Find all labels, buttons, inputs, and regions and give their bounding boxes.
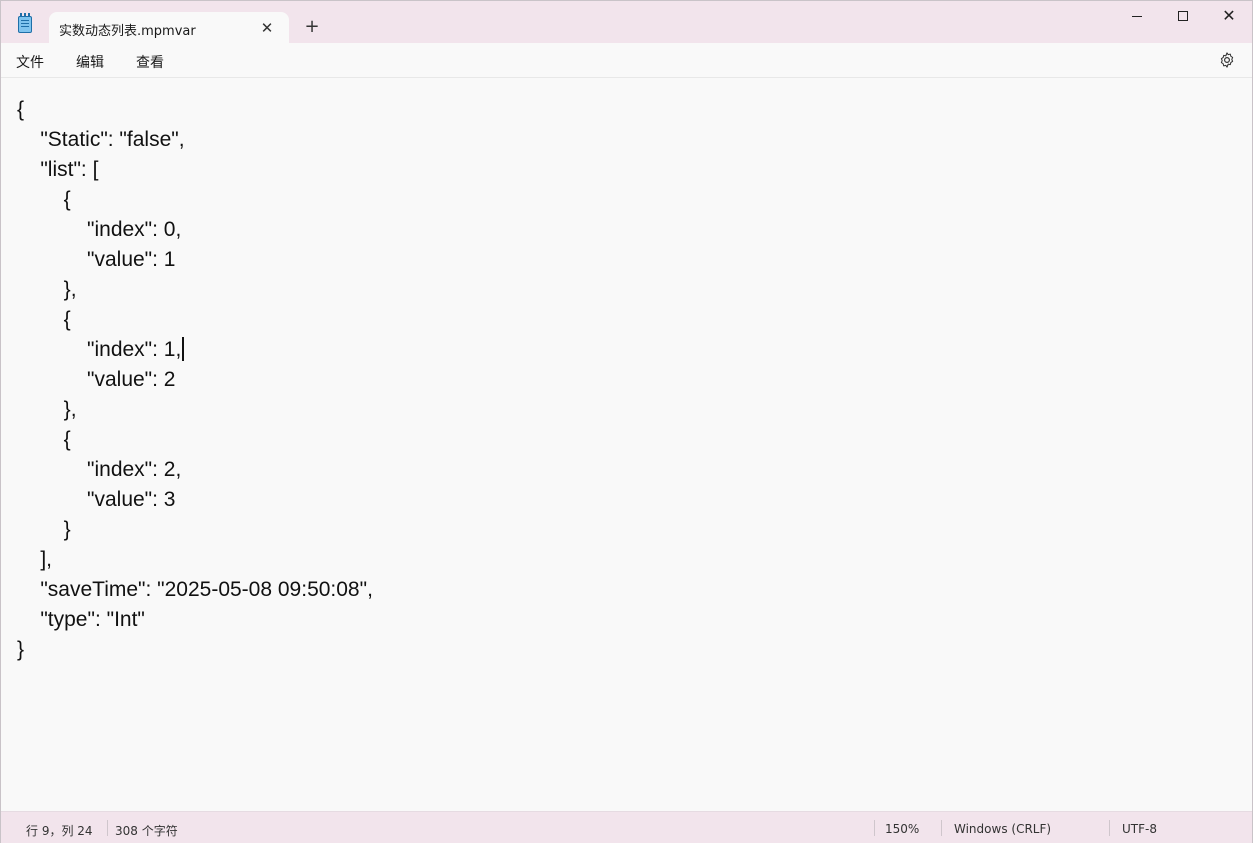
code-line-text: { [17, 308, 71, 331]
tab-title: 实数动态列表.mpmvar [59, 24, 196, 39]
code-line: "index": 2, [17, 455, 373, 485]
code-line: "value": 1 [17, 245, 373, 275]
minimize-button[interactable] [1114, 1, 1160, 33]
text-caret [182, 337, 185, 361]
code-line: "index": 0, [17, 215, 373, 245]
status-bar: 行 9，列 24 308 个字符 150% Windows (CRLF) UTF… [1, 811, 1252, 843]
tab-document[interactable]: 实数动态列表.mpmvar ✕ [49, 12, 289, 43]
code-line: "index": 1, [17, 335, 373, 365]
code-line-text: "type": "Int" [17, 608, 145, 631]
code-line-text: }, [17, 398, 77, 421]
code-line: }, [17, 275, 373, 305]
status-divider [874, 820, 875, 836]
code-line: { [17, 185, 373, 215]
menu-file[interactable]: 文件 [16, 52, 44, 72]
notepad-window: 实数动态列表.mpmvar ✕ + ✕ 文件 编辑 查看 { "Static":… [0, 0, 1253, 843]
code-line-text: { [17, 188, 71, 211]
code-line: "list": [ [17, 155, 373, 185]
encoding[interactable]: UTF-8 [1122, 822, 1157, 836]
status-divider [107, 820, 108, 836]
code-line: "value": 3 [17, 485, 373, 515]
code-line-text: "value": 1 [17, 248, 176, 271]
code-line: { [17, 95, 373, 125]
gear-icon[interactable] [1218, 51, 1236, 69]
char-count: 308 个字符 [115, 824, 178, 838]
code-line: } [17, 635, 373, 665]
menu-view[interactable]: 查看 [136, 52, 164, 72]
new-tab-button[interactable]: + [301, 17, 323, 39]
status-divider [1109, 820, 1110, 836]
code-line: "saveTime": "2025-05-08 09:50:08", [17, 575, 373, 605]
code-line-text: "saveTime": "2025-05-08 09:50:08", [17, 578, 373, 601]
code-line-text: "index": 0, [17, 218, 182, 241]
code-line: { [17, 425, 373, 455]
code-line-text: } [17, 638, 25, 661]
menu-edit[interactable]: 编辑 [76, 52, 104, 72]
code-line: } [17, 515, 373, 545]
code-line: { [17, 305, 373, 335]
code-line: "type": "Int" [17, 605, 373, 635]
code-line-text: "index": 2, [17, 458, 182, 481]
code-line-text: { [17, 428, 71, 451]
code-line: ], [17, 545, 373, 575]
code-line: "Static": "false", [17, 125, 373, 155]
minimize-icon [1132, 16, 1142, 17]
code-line-text: "value": 3 [17, 488, 176, 511]
code-line-text: "index": 1, [17, 338, 182, 361]
code-line: "value": 2 [17, 365, 373, 395]
code-content: { "Static": "false", "list": [ { "index"… [17, 95, 373, 665]
code-line-text: "Static": "false", [17, 128, 185, 151]
code-line-text: }, [17, 278, 77, 301]
status-divider [941, 820, 942, 836]
code-line: }, [17, 395, 373, 425]
tab-close-icon[interactable]: ✕ [257, 18, 277, 38]
menu-bar: 文件 编辑 查看 [1, 43, 1252, 78]
notepad-icon [18, 13, 32, 33]
cursor-position: 行 9，列 24 [26, 824, 93, 838]
code-line-text: ], [17, 548, 53, 571]
maximize-icon [1178, 11, 1188, 21]
code-line-text: { [17, 98, 25, 121]
code-line-text: } [17, 518, 71, 541]
code-line-text: "value": 2 [17, 368, 176, 391]
zoom-level[interactable]: 150% [885, 822, 919, 836]
text-editor[interactable]: { "Static": "false", "list": [ { "index"… [1, 79, 1252, 810]
maximize-button[interactable] [1160, 1, 1206, 33]
line-ending[interactable]: Windows (CRLF) [954, 822, 1051, 836]
title-bar: 实数动态列表.mpmvar ✕ + ✕ [1, 1, 1252, 43]
code-line-text: "list": [ [17, 158, 99, 181]
close-window-button[interactable]: ✕ [1206, 1, 1252, 33]
